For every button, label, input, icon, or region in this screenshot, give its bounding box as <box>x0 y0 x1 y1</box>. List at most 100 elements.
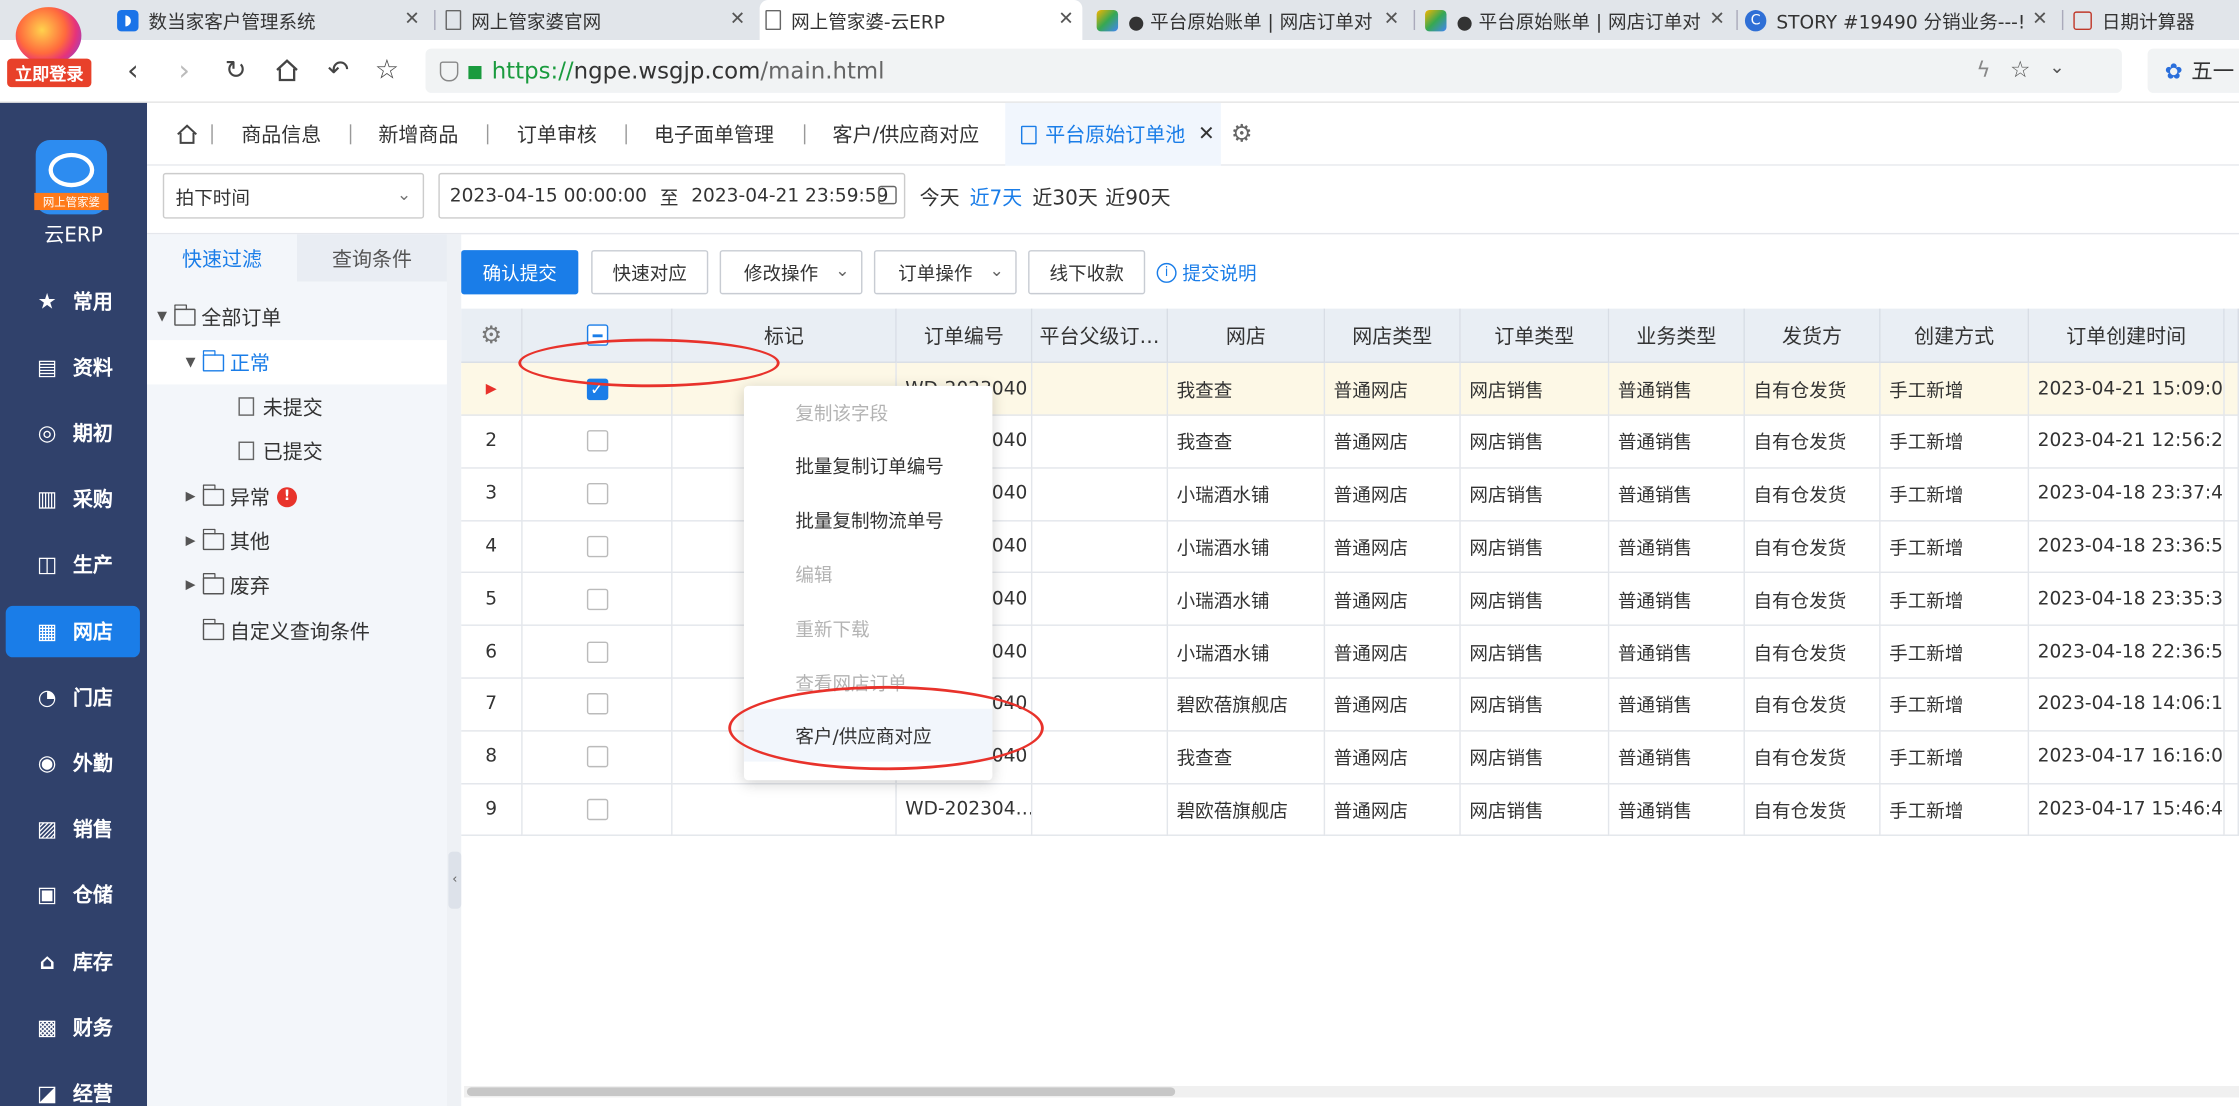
biz-type-cell[interactable]: 普通销售 <box>1609 573 1745 627</box>
menu-copy-field[interactable]: 复制该字段 <box>744 386 992 439</box>
column-settings-icon[interactable]: ⚙ <box>461 308 523 363</box>
shop-type-cell[interactable]: 普通网店 <box>1325 783 1461 837</box>
shop-type-cell[interactable]: 普通网店 <box>1325 468 1461 521</box>
create-time-cell[interactable]: 2023-04-18 23:35:38 <box>2029 573 2225 627</box>
tree-node-unsubmitted[interactable]: 未提交 <box>147 384 447 428</box>
shop-cell[interactable]: 碧欧蓓旗舰店 <box>1168 783 1326 837</box>
tab-e-waybill[interactable]: 电子面单管理 <box>654 103 774 166</box>
header-parent-order[interactable]: 平台父级订… <box>1032 308 1169 363</box>
shipper-cell[interactable]: 自有仓发货 <box>1744 362 1881 416</box>
tab-query-conditions[interactable]: 查询条件 <box>297 234 447 282</box>
offline-payment-button[interactable]: 线下收款 <box>1028 250 1146 295</box>
biz-type-cell[interactable]: 普通销售 <box>1609 783 1745 837</box>
row-checkbox[interactable] <box>586 693 608 715</box>
row-checkbox[interactable] <box>586 640 608 663</box>
tab-customer-supplier[interactable]: 客户/供应商对应 <box>832 103 979 166</box>
nav-item-production[interactable]: ◫ 生产 <box>6 539 140 590</box>
shop-cell[interactable]: 小瑞酒水铺 <box>1168 573 1326 627</box>
tab-order-review[interactable]: 订单审核 <box>517 103 597 166</box>
table-row[interactable]: 6WD-2023040小瑞酒水铺普通网店网店销售普通销售自有仓发货手工新增202… <box>461 625 2239 679</box>
shipper-cell[interactable]: 自有仓发货 <box>1744 468 1881 521</box>
browser-tab[interactable]: 日期计算器 <box>2068 0 2239 40</box>
row-number[interactable]: 5 <box>461 573 523 627</box>
star-icon[interactable]: ☆ <box>368 51 405 88</box>
overflow-cell[interactable] <box>2224 783 2239 837</box>
order-type-cell[interactable]: 网店销售 <box>1460 362 1610 416</box>
nav-item-common[interactable]: ★ 常用 <box>6 276 140 327</box>
nav-item-finance[interactable]: ▩ 财务 <box>6 1002 140 1053</box>
shop-type-cell[interactable]: 普通网店 <box>1325 678 1461 732</box>
login-badge[interactable]: 立即登录 <box>7 58 92 88</box>
shop-cell[interactable]: 小瑞酒水铺 <box>1168 520 1326 574</box>
row-checkbox[interactable] <box>586 535 608 558</box>
order-type-cell[interactable]: 网店销售 <box>1460 731 1610 784</box>
row-checkbox-cell[interactable]: ✓ <box>522 362 673 416</box>
create-time-cell[interactable]: 2023-04-21 12:56:24 <box>2029 415 2225 469</box>
nav-item-warehouse[interactable]: ▣ 仓储 <box>6 869 140 920</box>
overflow-cell[interactable] <box>2224 625 2239 679</box>
create-method-cell[interactable]: 手工新增 <box>1880 678 2030 732</box>
create-time-cell[interactable]: 2023-04-18 23:37:41 <box>2029 468 2225 521</box>
menu-batch-copy-tracking-no[interactable]: 批量复制物流单号 <box>744 493 992 546</box>
biz-type-cell[interactable]: 普通销售 <box>1609 520 1745 574</box>
tab-platform-order-pool[interactable]: 平台原始订单池 ✕ <box>1005 102 1221 166</box>
row-checkbox[interactable] <box>586 588 608 610</box>
biz-type-cell[interactable]: 普通销售 <box>1609 625 1745 679</box>
menu-batch-copy-order-no[interactable]: 批量复制订单编号 <box>744 439 992 492</box>
order-type-cell[interactable]: 网店销售 <box>1460 573 1610 627</box>
scrollbar-thumb[interactable] <box>466 1087 1176 1096</box>
table-row[interactable]: 9 WD-202304… 碧欧蓓旗舰店 普通网店 网店销售 普通销售 自有仓发货 手工新增 20… <box>461 783 2239 837</box>
menu-edit[interactable]: 编辑 <box>744 547 992 600</box>
shipper-cell[interactable]: 自有仓发货 <box>1744 573 1881 627</box>
row-checkbox[interactable]: ✓ <box>586 377 608 400</box>
nav-item-business[interactable]: ◪ 经营 <box>6 1067 140 1106</box>
header-shop[interactable]: 网店 <box>1168 308 1326 363</box>
browser-logo[interactable]: 立即登录 <box>4 1 93 90</box>
shop-type-cell[interactable]: 普通网店 <box>1325 415 1461 469</box>
create-method-cell[interactable]: 手工新增 <box>1880 468 2030 521</box>
table-row[interactable]: 4WD-2023040小瑞酒水铺普通网店网店销售普通销售自有仓发货手工新增202… <box>461 520 2239 574</box>
row-number[interactable]: ▶ <box>461 362 523 416</box>
shop-cell[interactable]: 小瑞酒水铺 <box>1168 625 1326 679</box>
row-checkbox[interactable] <box>586 798 608 821</box>
shop-type-cell[interactable]: 普通网店 <box>1325 625 1461 679</box>
shop-cell[interactable]: 小瑞酒水铺 <box>1168 468 1326 521</box>
row-number[interactable]: 6 <box>461 625 523 679</box>
parent-order-cell[interactable] <box>1032 678 1169 732</box>
browser-tab[interactable]: C STORY #19490 分销业务---! ✕ <box>1739 0 2056 40</box>
date-range-picker[interactable]: 2023-04-15 00:00:00 至 2023-04-21 23:59:5… <box>438 172 906 219</box>
nav-item-shop[interactable]: ▦ 网店 <box>5 605 140 658</box>
tree-node-abnormal[interactable]: ▶ 异常 ! <box>147 474 447 518</box>
tab-product-info[interactable]: 商品信息 <box>241 103 321 166</box>
parent-order-cell[interactable] <box>1032 468 1169 521</box>
parent-order-cell[interactable] <box>1032 415 1169 469</box>
home-icon[interactable] <box>268 51 305 88</box>
select-all-checkbox[interactable] <box>586 324 608 346</box>
browser-tab[interactable]: ● 平台原始账单 | 网店订单对 ✕ <box>1419 0 1733 40</box>
lightning-icon[interactable]: ϟ <box>1976 57 1990 83</box>
overflow-cell[interactable] <box>2224 468 2239 521</box>
create-method-cell[interactable]: 手工新增 <box>1880 362 2030 416</box>
tree-node-normal[interactable]: ▼ 正常 <box>147 340 447 385</box>
row-checkbox-cell[interactable] <box>522 731 673 784</box>
header-order-type[interactable]: 订单类型 <box>1460 308 1610 363</box>
parent-order-cell[interactable] <box>1032 520 1169 574</box>
close-icon[interactable]: ✕ <box>730 9 746 30</box>
biz-type-cell[interactable]: 普通销售 <box>1609 415 1745 469</box>
create-time-cell[interactable]: 2023-04-18 22:36:59 <box>2029 625 2225 679</box>
submit-help-link[interactable]: i 提交说明 <box>1156 259 1257 286</box>
nav-item-sales[interactable]: ▨ 销售 <box>6 803 140 854</box>
biz-type-cell[interactable]: 普通销售 <box>1609 678 1745 732</box>
modify-ops-dropdown[interactable]: 修改操作 ⌄ <box>719 250 863 295</box>
shop-type-cell[interactable]: 普通网店 <box>1325 362 1461 416</box>
collapse-handle[interactable]: ‹ <box>448 851 462 909</box>
create-time-cell[interactable]: 2023-04-17 15:46:46 <box>2029 783 2225 837</box>
shop-cell[interactable]: 我查查 <box>1168 362 1326 416</box>
panel-splitter[interactable]: ‹ <box>446 234 462 1106</box>
row-number[interactable]: 2 <box>461 415 523 469</box>
close-icon[interactable]: ✕ <box>2032 9 2048 30</box>
row-checkbox-cell[interactable] <box>522 468 673 521</box>
order-no-cell[interactable]: WD-202304… <box>896 783 1033 837</box>
tree-node-all-orders[interactable]: ▼ 全部订单 <box>147 294 447 338</box>
order-type-cell[interactable]: 网店销售 <box>1460 415 1610 469</box>
